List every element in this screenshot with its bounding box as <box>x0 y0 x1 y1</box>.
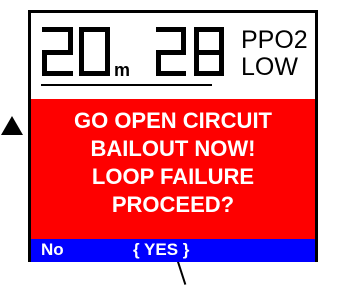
depth-time-readout: m PPO2 LOW <box>31 13 315 99</box>
pointer-line-icon <box>177 261 187 285</box>
depth-digit-2 <box>42 27 73 76</box>
alert-line: LOOP FAILURE <box>91 164 255 189</box>
ppo2-level: LOW <box>241 53 298 81</box>
time-digit-2 <box>156 27 186 76</box>
no-option[interactable]: No <box>41 240 64 260</box>
alert-line: BAILOUT NOW! <box>90 136 256 161</box>
depth-unit: m <box>114 60 130 80</box>
dive-computer-screen: m PPO2 LOW GO OPEN CIRCUIT BAILOUT NOW! … <box>28 10 318 262</box>
time-digit-8 <box>194 27 224 76</box>
depth-digit-0 <box>79 27 110 76</box>
bailout-alert: GO OPEN CIRCUIT BAILOUT NOW! LOOP FAILUR… <box>31 99 315 239</box>
alert-line: PROCEED? <box>111 192 235 217</box>
ppo2-title: PPO2 <box>241 26 308 54</box>
yes-option[interactable]: { YES } <box>133 240 189 260</box>
alert-line: GO OPEN CIRCUIT <box>73 108 272 133</box>
arrow-up-icon <box>1 116 23 135</box>
depth-underline <box>41 84 212 86</box>
options-bar: No { YES } <box>31 239 315 262</box>
ppo2-status: PPO2 LOW <box>241 27 313 81</box>
